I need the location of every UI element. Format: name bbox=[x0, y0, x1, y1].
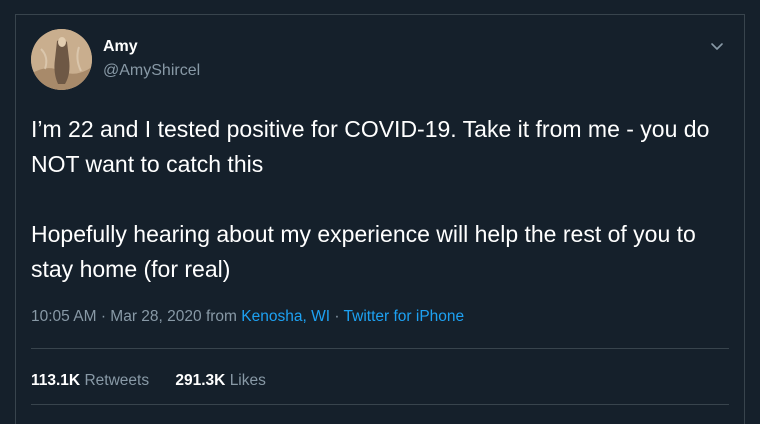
retweets-stat[interactable]: 113.1K Retweets bbox=[31, 372, 153, 389]
divider bbox=[31, 348, 729, 349]
tweet-time[interactable]: 10:05 AM bbox=[31, 308, 97, 325]
profile-photo-icon bbox=[31, 29, 92, 90]
tweet-menu-button[interactable] bbox=[706, 35, 728, 57]
location-link[interactable]: Kenosha, WI bbox=[241, 308, 330, 325]
source-link[interactable]: Twitter for iPhone bbox=[344, 308, 465, 325]
likes-stat[interactable]: 291.3K Likes bbox=[175, 372, 265, 389]
author-name[interactable]: Amy bbox=[103, 37, 138, 57]
tweet-meta: 10:05 AM · Mar 28, 2020 from Kenosha, WI… bbox=[31, 307, 464, 327]
likes-label: Likes bbox=[229, 372, 266, 389]
tweet-text: I’m 22 and I tested positive for COVID-1… bbox=[31, 116, 710, 282]
avatar[interactable] bbox=[31, 29, 92, 90]
from-label: from bbox=[205, 308, 237, 325]
tweet-stats: 113.1K Retweets 291.3K Likes bbox=[31, 371, 288, 391]
divider bbox=[31, 404, 729, 405]
meta-separator: · bbox=[100, 308, 106, 325]
author-handle[interactable]: @AmyShircel bbox=[103, 61, 200, 81]
retweets-label: Retweets bbox=[84, 372, 150, 389]
retweets-count: 113.1K bbox=[31, 372, 81, 389]
tweet-card: Amy @AmyShircel I’m 22 and I tested posi… bbox=[15, 14, 745, 424]
tweet-date[interactable]: Mar 28, 2020 bbox=[110, 308, 201, 325]
likes-count: 291.3K bbox=[175, 372, 226, 389]
meta-separator: · bbox=[334, 308, 340, 325]
chevron-down-icon bbox=[711, 43, 723, 50]
